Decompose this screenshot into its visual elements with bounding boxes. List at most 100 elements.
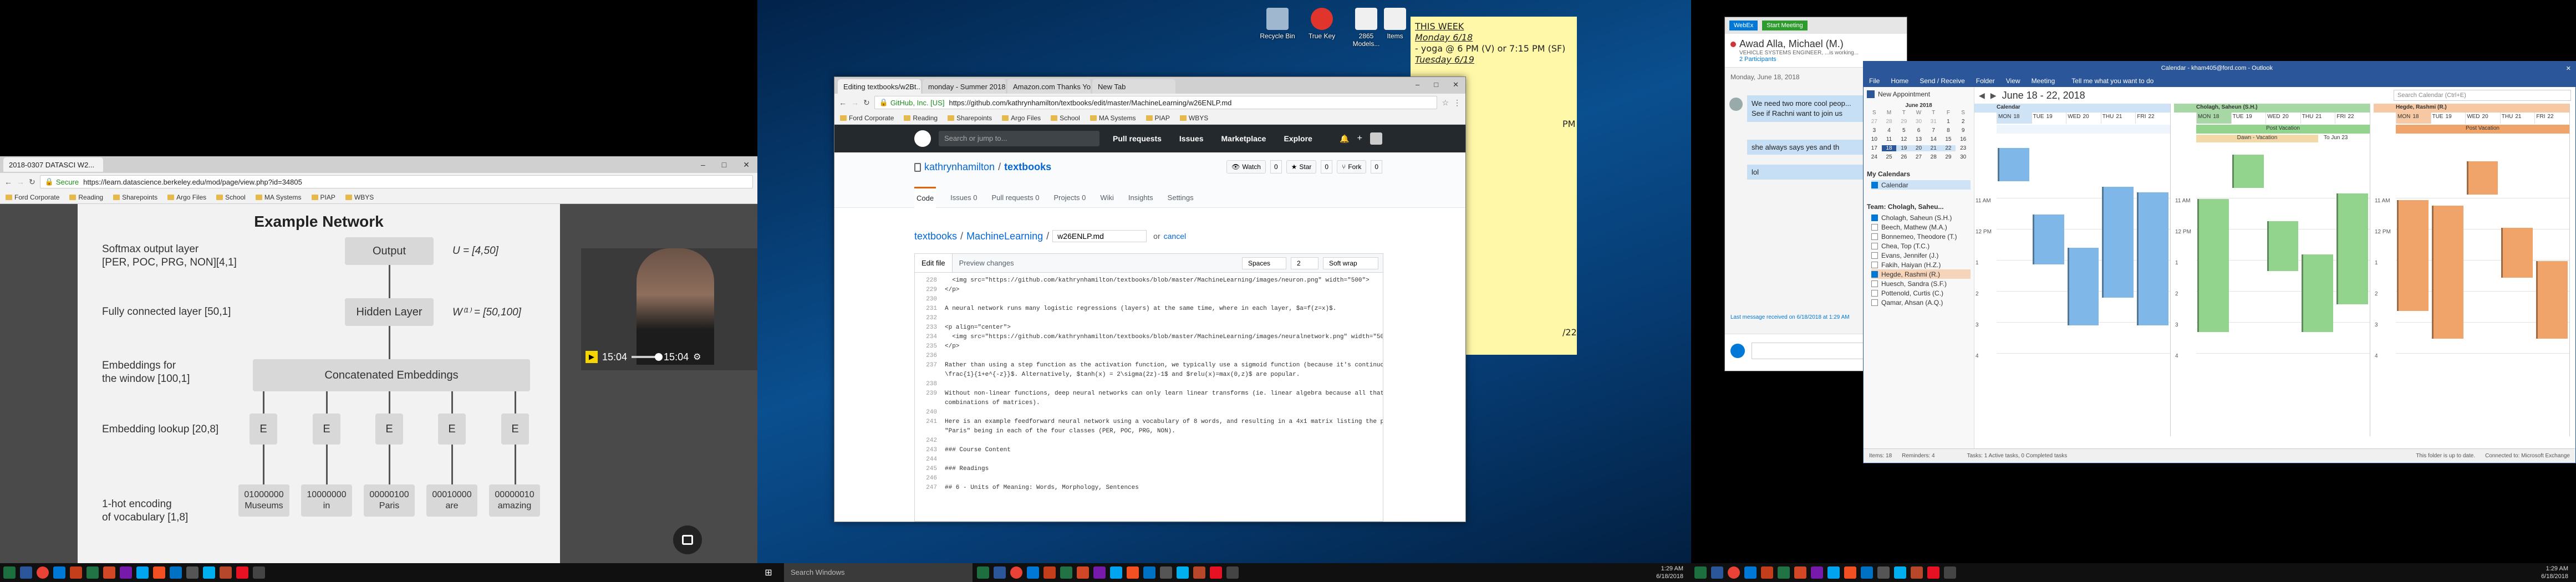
code-line[interactable]: 228 <img src="https://github.com/kathryn… <box>915 276 1383 285</box>
github-logo-icon[interactable] <box>914 130 931 147</box>
code-line[interactable]: combinations of matrices). <box>915 399 1383 408</box>
day-header[interactable]: TUE 19 <box>2231 113 2266 124</box>
new-appointment-button[interactable]: New Appointment <box>1867 90 1971 98</box>
mini-day[interactable]: 24 <box>1867 154 1882 160</box>
code-line[interactable]: 229 </p> <box>915 285 1383 295</box>
code-line[interactable]: 243 ### Course Content <box>915 446 1383 455</box>
edit-file-tab[interactable]: Edit file <box>915 254 953 272</box>
calendar-event[interactable] <box>2137 192 2168 325</box>
indent-mode-select[interactable]: Spaces <box>1242 257 1286 269</box>
team-member-checkbox[interactable]: Chea, Top (T.C.) <box>1871 241 1971 251</box>
mini-day[interactable]: 26 <box>1896 154 1911 160</box>
ribbon-tab-folder[interactable]: Folder <box>1976 77 1995 85</box>
cancel-link[interactable]: cancel <box>1164 232 1186 241</box>
ribbon-tab-view[interactable]: View <box>2006 77 2020 85</box>
code-line[interactable]: 242 <box>915 436 1383 446</box>
app-icon[interactable] <box>1093 566 1106 579</box>
tab-insights[interactable]: Insights <box>1128 193 1153 202</box>
star-icon[interactable]: ☆ <box>1442 98 1449 108</box>
team-member-checkbox[interactable]: Cholagh, Saheun (S.H.) <box>1871 213 1971 222</box>
reload-icon[interactable]: ↻ <box>29 177 35 187</box>
filename-input[interactable]: w26ENLP.md <box>1052 230 1147 242</box>
watch-button[interactable]: 👁 Watch <box>1226 160 1266 173</box>
app-icon[interactable] <box>53 566 65 579</box>
day-header[interactable]: MON 18 <box>2396 113 2431 124</box>
repo-owner-link[interactable]: kathrynhamilton <box>924 161 995 173</box>
calendar-event[interactable] <box>2102 187 2134 298</box>
day-header[interactable]: FRI 22 <box>2534 113 2569 124</box>
browser-tab[interactable]: Amazon.com Thanks You <box>1007 79 1091 94</box>
bookmark[interactable]: MA Systems <box>256 193 302 201</box>
bookmark[interactable]: Sharepoints <box>948 114 992 122</box>
app-icon[interactable] <box>977 566 989 579</box>
mini-day[interactable]: 28 <box>1882 119 1897 125</box>
calendar-group-header[interactable]: Hegde, Rashmi (R.) <box>2374 104 2569 113</box>
plus-icon[interactable]: + <box>1357 134 1362 144</box>
app-icon[interactable] <box>1877 566 1890 579</box>
calendar-group-header[interactable]: Calendar <box>1974 104 2170 113</box>
app-icon[interactable] <box>103 566 115 579</box>
app-icon[interactable] <box>1226 566 1239 579</box>
calendar-group-header[interactable]: Cholagh, Saheun (S.H.) <box>2174 104 2370 113</box>
chrome-icon[interactable] <box>1010 566 1022 579</box>
mini-day[interactable]: 2 <box>1956 119 1971 125</box>
team-member-checkbox[interactable]: Huesch, Sandra (S.F.) <box>1871 279 1971 288</box>
day-header[interactable]: MON 18 <box>2196 113 2231 124</box>
browser-tab[interactable]: Editing textbooks/w2Bt... <box>838 79 921 94</box>
browser-tab[interactable]: monday - Summer 2018 <box>923 79 1006 94</box>
mini-day[interactable]: 29 <box>1941 154 1956 160</box>
breadcrumb-dir[interactable]: MachineLearning <box>966 231 1043 242</box>
app-icon[interactable] <box>1844 566 1856 579</box>
calendar-event[interactable] <box>2067 248 2099 325</box>
bookmark[interactable]: School <box>216 193 246 201</box>
nav-explore[interactable]: Explore <box>1284 134 1312 143</box>
ribbon-tab-meeting[interactable]: Meeting <box>2032 77 2055 85</box>
models-icon[interactable]: 2865 Models... <box>1345 8 1387 48</box>
app-icon[interactable] <box>1827 566 1840 579</box>
code-line[interactable]: 238 <box>915 380 1383 389</box>
team-member-checkbox[interactable]: Evans, Jennifer (J.) <box>1871 251 1971 260</box>
code-line[interactable]: 232 <box>915 314 1383 323</box>
app-icon[interactable] <box>1861 566 1873 579</box>
fork-button[interactable]: ⑂ Fork <box>1337 160 1367 173</box>
back-icon[interactable]: ← <box>4 177 12 186</box>
day-header[interactable]: TUE 19 <box>2430 113 2466 124</box>
address-bar[interactable]: 🔒 Secure https://learn.datascience.berke… <box>39 175 753 188</box>
day-header[interactable]: THU 21 <box>2100 113 2136 124</box>
repo-name-link[interactable]: textbooks <box>1004 161 1051 173</box>
nav-pull-requests[interactable]: Pull requests <box>1113 134 1162 143</box>
clock[interactable]: 1:29 AM 6/18/2018 <box>1656 565 1691 580</box>
tab-projects[interactable]: Projects 0 <box>1054 193 1086 202</box>
app-icon[interactable] <box>1143 566 1155 579</box>
app-icon[interactable] <box>1193 566 1205 579</box>
nav-issues[interactable]: Issues <box>1179 134 1204 143</box>
browser-tab[interactable]: 2018-0307 DATASCI W2... <box>3 157 103 172</box>
code-line[interactable]: 240 <box>915 408 1383 417</box>
code-area[interactable]: 228 <img src="https://github.com/kathryn… <box>915 273 1383 521</box>
app-icon[interactable] <box>1027 566 1039 579</box>
code-line[interactable]: 235 </p> <box>915 342 1383 351</box>
bookmark[interactable]: WBYS <box>1180 114 1208 122</box>
code-line[interactable]: "Paris" being in each of the four classe… <box>915 427 1383 436</box>
day-header[interactable]: WED 20 <box>2066 113 2101 124</box>
app-icon[interactable] <box>1110 566 1122 579</box>
mini-day[interactable]: 5 <box>1896 127 1911 134</box>
app-icon[interactable] <box>86 566 99 579</box>
app-icon[interactable] <box>1210 566 1222 579</box>
team-member-checkbox[interactable]: Hegde, Rashmi (R.) <box>1871 269 1971 279</box>
mini-day[interactable]: 25 <box>1882 154 1897 160</box>
calendar-event[interactable] <box>2536 261 2568 339</box>
mini-day[interactable]: 30 <box>1911 119 1926 125</box>
skype-icon[interactable] <box>1894 566 1906 579</box>
app-icon[interactable] <box>136 566 149 579</box>
bookmark[interactable]: School <box>1051 114 1080 122</box>
chat-bubble-button[interactable] <box>673 525 702 554</box>
calendar-event[interactable] <box>2501 228 2533 278</box>
ribbon-tab-file[interactable]: File <box>1869 77 1880 85</box>
code-line[interactable]: 236 <box>915 351 1383 361</box>
team-member-checkbox[interactable]: Beech, Mathew (M.A.) <box>1871 222 1971 232</box>
app-icon[interactable] <box>203 566 215 579</box>
bookmark[interactable]: Ford Corporate <box>6 193 59 201</box>
mini-day[interactable]: 14 <box>1926 136 1941 142</box>
breadcrumb-repo[interactable]: textbooks <box>914 231 957 242</box>
